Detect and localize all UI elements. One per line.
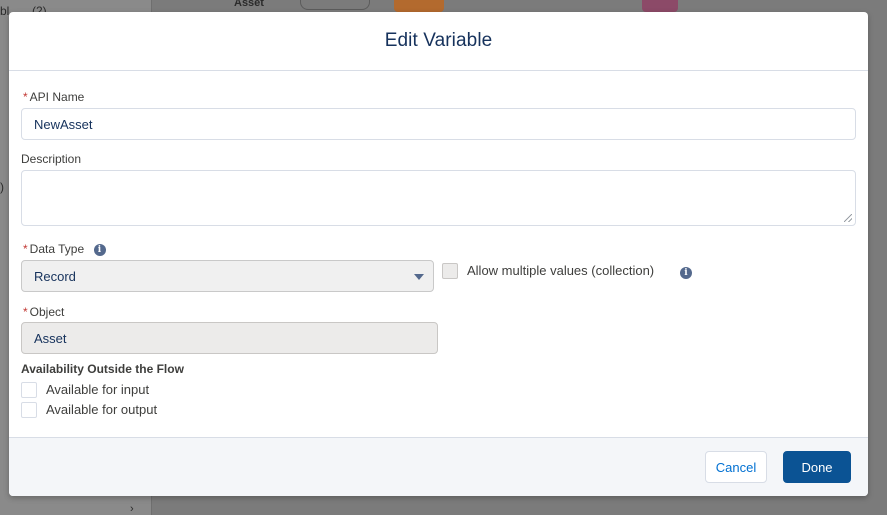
info-icon[interactable]: i bbox=[93, 243, 106, 256]
data-type-label-text: Data Type bbox=[29, 242, 85, 256]
resize-grip-icon[interactable] bbox=[844, 214, 852, 222]
object-field: Asset bbox=[21, 322, 438, 354]
required-asterisk: * bbox=[23, 242, 28, 256]
data-type-select[interactable]: Record bbox=[21, 260, 434, 292]
api-name-label: * API Name bbox=[23, 90, 84, 104]
modal-body: * API Name NewAsset Description * Data Typ… bbox=[9, 71, 868, 437]
data-type-selected-value: Record bbox=[34, 268, 76, 284]
available-for-input-checkbox[interactable] bbox=[21, 382, 37, 398]
modal-header: Edit Variable bbox=[9, 12, 868, 71]
object-label: * Object bbox=[23, 305, 64, 319]
api-name-label-text: API Name bbox=[29, 90, 85, 104]
edit-variable-modal: Edit Variable * API Name NewAsset Descrip… bbox=[9, 12, 868, 496]
sidebar-text-fragment: bl bbox=[0, 4, 10, 18]
available-for-output-label: Available for output bbox=[46, 402, 158, 417]
object-value: Asset bbox=[34, 330, 67, 346]
sidebar-paren-fragment: ) bbox=[0, 180, 4, 194]
cancel-button[interactable]: Cancel bbox=[705, 451, 767, 483]
api-name-value: NewAsset bbox=[34, 116, 93, 132]
availability-heading: Availability Outside the Flow bbox=[21, 362, 184, 376]
modal-footer: Cancel Done bbox=[9, 437, 868, 496]
modal-title: Edit Variable bbox=[384, 30, 493, 51]
info-icon[interactable]: i bbox=[680, 267, 692, 279]
description-label: Description bbox=[21, 152, 82, 166]
done-button[interactable]: Done bbox=[783, 451, 851, 483]
canvas-node-label: Asset bbox=[234, 0, 264, 9]
canvas-connector bbox=[300, 0, 370, 10]
canvas-node-orange bbox=[394, 0, 444, 12]
available-for-output-checkbox[interactable] bbox=[21, 402, 37, 418]
collection-checkbox[interactable] bbox=[442, 263, 458, 279]
chevron-right-icon: › bbox=[130, 503, 134, 515]
canvas-node-pink bbox=[642, 0, 678, 12]
description-textarea[interactable] bbox=[21, 170, 856, 226]
required-asterisk: * bbox=[23, 90, 28, 104]
object-label-text: Object bbox=[29, 305, 65, 319]
collection-label: Allow multiple values (collection) bbox=[467, 263, 655, 278]
available-for-input-label: Available for input bbox=[46, 382, 150, 397]
api-name-input[interactable]: NewAsset bbox=[21, 108, 856, 140]
caret-down-icon bbox=[414, 274, 424, 280]
data-type-label: * Data Type i bbox=[23, 242, 106, 256]
required-asterisk: * bbox=[23, 305, 28, 319]
